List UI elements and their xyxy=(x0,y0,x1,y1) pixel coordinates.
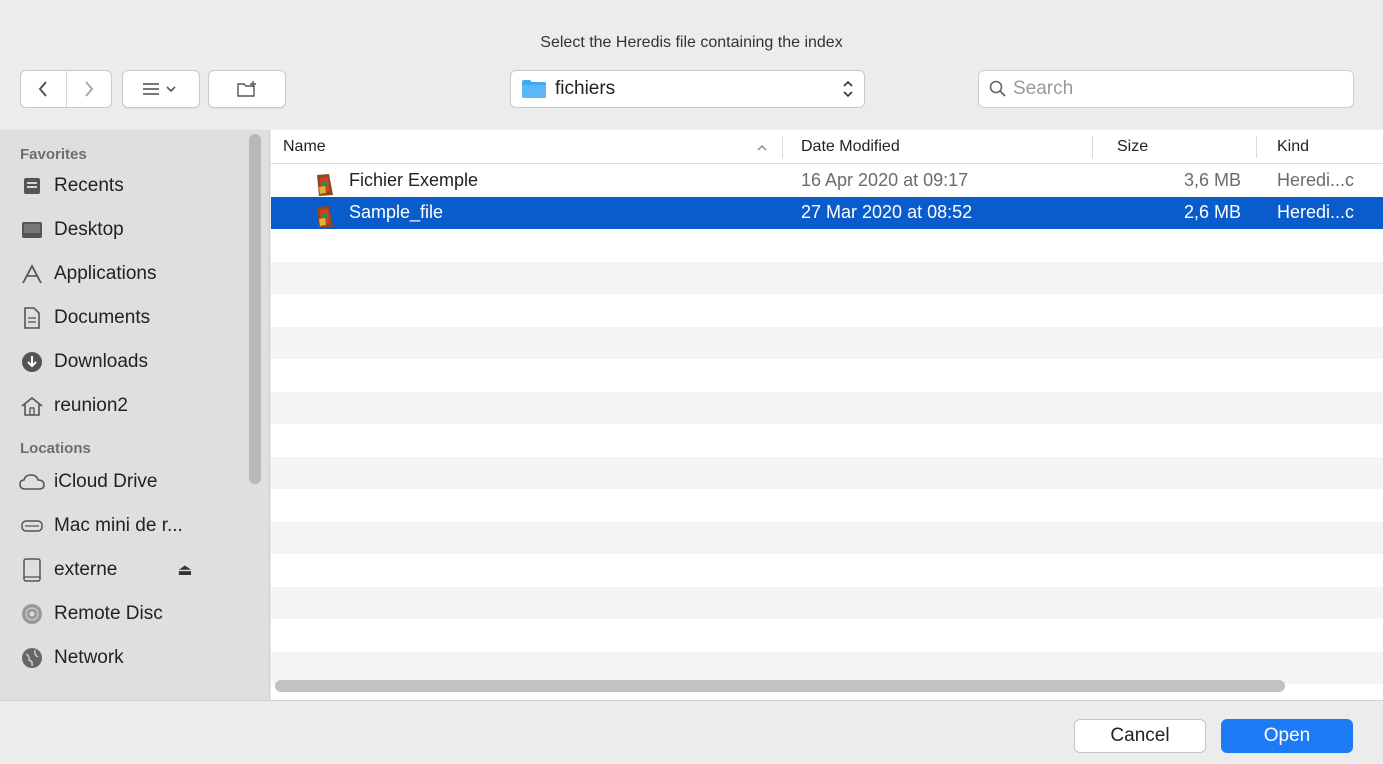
sidebar-item-desktop[interactable]: Desktop xyxy=(0,208,269,252)
empty-row xyxy=(271,489,1383,522)
file-date: 27 Mar 2020 at 08:52 xyxy=(801,202,973,223)
sidebar-item-label: iCloud Drive xyxy=(54,471,158,492)
sidebar-item-remote-disc[interactable]: Remote Disc xyxy=(0,592,269,636)
sidebar-item-label: reunion2 xyxy=(54,395,128,416)
list-view-icon xyxy=(143,83,176,95)
sidebar-item-label: Recents xyxy=(54,175,124,196)
empty-row xyxy=(271,391,1383,424)
harddrive-icon xyxy=(18,514,46,538)
search-field[interactable]: Search xyxy=(978,70,1354,108)
dialog-footer: Cancel Open xyxy=(0,700,1383,764)
column-header-label: Size xyxy=(1117,137,1149,155)
sidebar-scrollbar[interactable] xyxy=(249,134,261,484)
column-header-label: Kind xyxy=(1277,137,1310,155)
folder-icon xyxy=(522,80,546,98)
chevron-left-icon xyxy=(39,81,48,97)
sidebar-item-network[interactable]: Network xyxy=(0,636,269,680)
sidebar-item-label: Mac mini de r... xyxy=(54,515,183,536)
location-popup[interactable]: fichiers xyxy=(510,70,865,108)
chevron-updown-icon xyxy=(843,80,853,98)
forward-button[interactable] xyxy=(65,71,111,107)
open-button[interactable]: Open xyxy=(1221,719,1353,753)
network-icon xyxy=(18,646,46,670)
sidebar-item-externe[interactable]: externe ⏏ xyxy=(0,548,269,592)
empty-row xyxy=(271,521,1383,554)
applications-icon xyxy=(18,262,46,286)
sidebar-item-icloud[interactable]: iCloud Drive xyxy=(0,460,269,504)
empty-row xyxy=(271,359,1383,392)
sidebar-item-label: externe xyxy=(54,559,118,580)
horizontal-scrollbar[interactable] xyxy=(275,680,1285,692)
new-folder-button[interactable] xyxy=(208,70,286,108)
dialog-title: Select the Heredis file containing the i… xyxy=(540,34,843,51)
sidebar-item-label: Network xyxy=(54,647,124,668)
column-header-size[interactable]: Size xyxy=(1093,130,1257,164)
file-name: Fichier Exemple xyxy=(349,169,479,190)
disc-icon xyxy=(18,602,46,626)
sidebar-item-label: Desktop xyxy=(54,219,124,240)
file-rows: Fichier Exemple 16 Apr 2020 at 09:17 3,6… xyxy=(271,164,1383,684)
file-size: 3,6 MB xyxy=(1183,169,1241,190)
empty-row xyxy=(271,294,1383,327)
column-header-label: Date Modified xyxy=(801,137,900,155)
file-kind: Heredi...c xyxy=(1277,202,1355,223)
sidebar-item-applications[interactable]: Applications xyxy=(0,252,269,296)
back-button[interactable] xyxy=(21,71,66,107)
recents-icon xyxy=(18,174,46,198)
open-file-dialog: Select the Heredis file containing the i… xyxy=(0,0,1383,764)
cancel-button[interactable]: Cancel xyxy=(1074,719,1206,753)
downloads-icon xyxy=(18,350,46,374)
new-folder-icon xyxy=(237,81,256,97)
column-header-name[interactable]: Name xyxy=(271,130,783,164)
sidebar-item-mac-mini[interactable]: Mac mini de r... xyxy=(0,504,269,548)
navigation-buttons xyxy=(20,70,112,108)
search-placeholder: Search xyxy=(1013,78,1074,99)
sidebar-item-label: Downloads xyxy=(54,351,148,372)
empty-row xyxy=(271,229,1383,262)
sidebar: Favorites Recents Desktop Applications D… xyxy=(0,130,270,700)
sidebar-item-home[interactable]: reunion2 xyxy=(0,384,269,428)
sidebar-item-recents[interactable]: Recents xyxy=(0,164,269,208)
sidebar-item-downloads[interactable]: Downloads xyxy=(0,340,269,384)
home-icon xyxy=(18,394,46,418)
sidebar-item-label: Remote Disc xyxy=(54,603,163,624)
file-list: Name Date Modified Size Kind Fichier Exe… xyxy=(271,130,1383,700)
empty-row xyxy=(271,456,1383,489)
location-label: fichiers xyxy=(555,78,616,99)
search-icon xyxy=(989,80,1006,97)
heredis-file-icon xyxy=(317,206,333,229)
cloud-icon xyxy=(18,470,46,494)
empty-row xyxy=(271,554,1383,587)
toolbar: fichiers Search xyxy=(0,70,1383,114)
favorites-heading: Favorites xyxy=(20,146,87,163)
file-name: Sample_file xyxy=(349,202,444,223)
column-header-date[interactable]: Date Modified xyxy=(783,130,1093,164)
sort-ascending-icon xyxy=(757,144,767,150)
empty-row xyxy=(271,261,1383,294)
eject-icon[interactable]: ⏏ xyxy=(177,560,192,580)
chevron-right-icon xyxy=(85,81,94,97)
empty-row xyxy=(271,424,1383,457)
file-date: 16 Apr 2020 at 09:17 xyxy=(801,169,969,190)
desktop-icon xyxy=(18,218,46,242)
empty-row xyxy=(271,326,1383,359)
external-drive-icon xyxy=(18,558,46,582)
sidebar-item-documents[interactable]: Documents xyxy=(0,296,269,340)
column-header-label: Name xyxy=(283,137,326,155)
sidebar-item-label: Documents xyxy=(54,307,151,328)
file-kind: Heredi...c xyxy=(1277,169,1355,190)
file-list-header: Name Date Modified Size Kind xyxy=(271,130,1383,164)
empty-row xyxy=(271,619,1383,652)
view-options-button[interactable] xyxy=(122,70,200,108)
sidebar-item-label: Applications xyxy=(54,263,157,284)
column-header-kind[interactable]: Kind xyxy=(1257,130,1383,164)
documents-icon xyxy=(18,306,46,330)
heredis-file-icon xyxy=(317,173,333,196)
table-row[interactable]: Fichier Exemple 16 Apr 2020 at 09:17 3,6… xyxy=(271,164,1383,197)
empty-row xyxy=(271,586,1383,619)
file-size: 2,6 MB xyxy=(1183,202,1241,223)
locations-heading: Locations xyxy=(20,440,91,457)
table-row-selected[interactable]: Sample_file 27 Mar 2020 at 08:52 2,6 MB … xyxy=(271,196,1383,229)
